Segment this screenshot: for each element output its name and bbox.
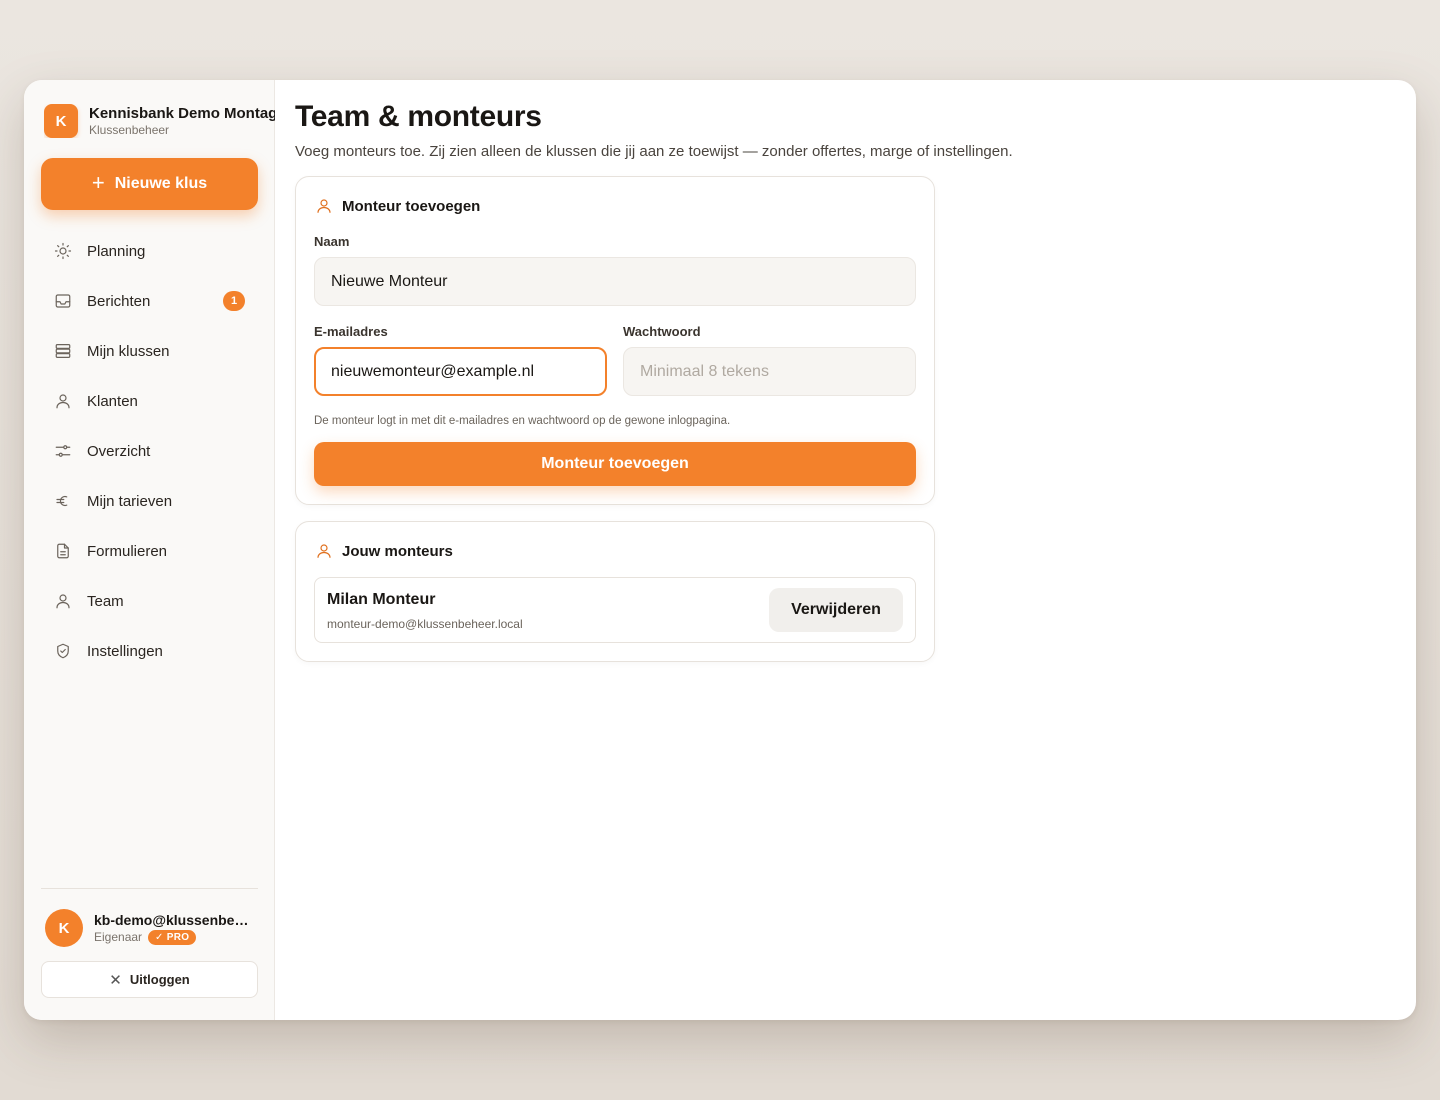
remove-button[interactable]: Verwijderen [769,588,903,632]
sidebar-item-mijn-tarieven[interactable]: Mijn tarieven [41,476,258,526]
page-subtitle: Voeg monteurs toe. Zij zien alleen de kl… [295,143,1013,160]
close-icon: ✕ [109,971,122,989]
password-label: Wachtwoord [623,324,701,339]
card-heading-label: Monteur toevoegen [342,197,481,215]
page-title: Team & monteurs [295,100,542,133]
sidebar-item-label: Overzicht [87,442,151,460]
login-hint: De monteur logt in met dit e-mailadres e… [314,415,731,427]
name-label: Naam [314,234,350,249]
email-label: E-mailadres [314,324,388,339]
sidebar-item-label: Klanten [87,392,138,410]
user-icon [317,544,331,558]
shield-icon [53,641,73,661]
sidebar-item-overzicht[interactable]: Overzicht [41,426,258,476]
mechanic-email: monteur-demo@klussenbeheer.local [327,617,523,631]
main-content: Team & monteurs Voeg monteurs toe. Zij z… [275,80,1416,1020]
stack-icon [53,341,73,361]
plus-icon: + [91,170,105,195]
user-profile[interactable]: K kb-demo@klussenbeheer.local Eigenaar ✓… [45,909,254,947]
mechanic-name: Milan Monteur [327,591,436,608]
app-window: K Kennisbank Demo Montage Klussenbeheer … [24,80,1416,1020]
brand-subtitle: Klussenbeheer [89,123,170,137]
user-icon [317,199,331,213]
sidebar-item-instellingen[interactable]: Instellingen [41,626,258,676]
pro-badge: ✓ PRO [148,929,197,945]
sun-icon [53,241,73,261]
sidebar-item-label: Berichten [87,292,151,310]
sidebar-item-label: Planning [87,242,146,260]
sidebar-divider [41,888,258,889]
sidebar-nav: Planning Berichten 1 Mijn klussen Klante… [41,226,258,676]
sidebar-item-formulieren[interactable]: Formulieren [41,526,258,576]
user-icon [53,391,73,411]
add-mechanic-card: Monteur toevoegen Naam Nieuwe Monteur E-… [295,176,935,505]
sidebar-item-label: Mijn klussen [87,342,170,360]
brand[interactable]: K Kennisbank Demo Montage Klussenbeheer [44,104,275,138]
sidebar-item-planning[interactable]: Planning [41,226,258,276]
logout-button[interactable]: ✕ Uitloggen [41,961,258,998]
brand-logo: K [44,104,78,138]
new-job-button[interactable]: + Nieuwe klus [41,158,258,210]
new-job-label: Nieuwe klus [114,175,208,192]
sidebar-item-label: Instellingen [87,642,163,660]
inbox-icon [53,291,73,311]
sidebar: K Kennisbank Demo Montage Klussenbeheer … [24,80,275,1020]
password-field[interactable]: Minimaal 8 tekens [623,347,916,396]
add-mechanic-button[interactable]: Monteur toevoegen [314,442,916,486]
mechanics-list-card: Jouw monteurs Milan Monteur monteur-demo… [295,521,935,662]
user-icon [53,591,73,611]
card-heading: Jouw monteurs [315,542,453,560]
name-field[interactable]: Nieuwe Monteur [314,257,916,306]
sidebar-item-label: Mijn tarieven [87,492,173,510]
document-icon [53,541,73,561]
email-field[interactable]: nieuwemonteur@example.nl [314,347,607,396]
euro-icon [53,491,73,511]
logout-label: Uitloggen [129,972,190,987]
list-item: Milan Monteur monteur-demo@klussenbeheer… [314,577,916,643]
avatar: K [45,909,83,947]
card-heading-label: Jouw monteurs [342,542,453,560]
sidebar-item-berichten[interactable]: Berichten 1 [41,276,258,326]
sidebar-item-mijn-klussen[interactable]: Mijn klussen [41,326,258,376]
sidebar-item-klanten[interactable]: Klanten [41,376,258,426]
user-role: Eigenaar [94,930,143,944]
sliders-icon [53,441,73,461]
sidebar-item-team[interactable]: Team [41,576,258,626]
unread-badge: 1 [223,291,245,311]
user-email: kb-demo@klussenbeheer.local [94,911,254,928]
sidebar-item-label: Formulieren [87,542,168,560]
card-heading: Monteur toevoegen [315,197,480,215]
sidebar-item-label: Team [87,592,124,610]
brand-name: Kennisbank Demo Montage [89,105,275,122]
